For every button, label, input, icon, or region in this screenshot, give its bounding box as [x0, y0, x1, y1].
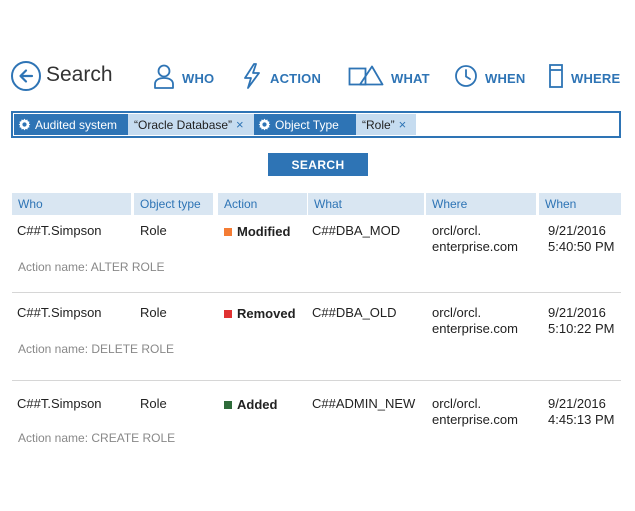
row-detail: Action name: ALTER ROLE	[18, 260, 165, 274]
row-divider	[12, 380, 621, 381]
cell-object-type: Role	[140, 396, 167, 411]
cell-when-date: 9/21/2016	[548, 223, 606, 238]
filter-key-object-type[interactable]: Object Type	[254, 114, 356, 135]
filter-key-audited-system[interactable]: Audited system	[14, 114, 128, 135]
filter-value-audited-system[interactable]: “Oracle Database” ×	[128, 114, 254, 135]
column-header-what[interactable]: What	[308, 193, 424, 215]
nav-action[interactable]: ACTION	[241, 58, 321, 94]
nav-who-label: WHO	[182, 70, 215, 86]
cell-when-date: 9/21/2016	[548, 396, 606, 411]
row-divider	[12, 292, 621, 293]
cell-action: Added	[224, 397, 277, 413]
server-icon	[549, 64, 563, 88]
cell-when-time: 4:45:13 PM	[548, 412, 615, 427]
arrow-left-icon	[19, 69, 34, 83]
column-header-where[interactable]: Where	[426, 193, 536, 215]
shapes-icon	[348, 65, 384, 86]
nav-when[interactable]: WHEN	[454, 58, 526, 94]
back-button[interactable]	[11, 61, 41, 91]
filter-key-label: Object Type	[275, 117, 339, 132]
column-header-object-type[interactable]: Object type	[134, 193, 213, 215]
cell-what: C##DBA_MOD	[312, 223, 401, 238]
cell-object-type: Role	[140, 305, 167, 320]
status-dot	[224, 400, 232, 409]
nav-action-label: ACTION	[270, 70, 322, 86]
filter-value-object-type[interactable]: “Role” ×	[356, 114, 416, 135]
action-label: Removed	[237, 306, 296, 321]
user-icon	[154, 64, 174, 89]
cell-what: C##ADMIN_NEW	[312, 396, 416, 411]
nav-what[interactable]: WHAT	[348, 58, 430, 94]
gear-icon	[258, 118, 271, 131]
cell-who: C##T.Simpson	[17, 396, 102, 411]
page-title: Search	[46, 63, 113, 86]
gear-icon	[18, 118, 31, 131]
cell-when-time: 5:40:50 PM	[548, 239, 615, 254]
column-header-when[interactable]: When	[539, 193, 621, 215]
cell-who: C##T.Simpson	[17, 223, 102, 238]
row-detail: Action name: DELETE ROLE	[18, 342, 175, 356]
lightning-icon	[244, 63, 260, 89]
status-dot	[224, 309, 232, 318]
cell-what: C##DBA_OLD	[312, 305, 397, 320]
row-detail: Action name: CREATE ROLE	[18, 431, 176, 445]
action-label: Added	[237, 397, 278, 412]
cell-where-line1: orcl/orcl.	[432, 305, 482, 320]
cell-action: Removed	[224, 306, 296, 322]
cell-when-date: 9/21/2016	[548, 305, 606, 320]
cell-where-line2: enterprise.com	[432, 412, 518, 427]
column-header-action[interactable]: Action	[218, 193, 307, 215]
nav-who[interactable]: WHO	[153, 58, 214, 94]
nav-what-label: WHAT	[391, 70, 430, 86]
cell-when-time: 5:10:22 PM	[548, 321, 615, 336]
cell-action: Modified	[224, 224, 290, 240]
status-dot	[224, 227, 232, 236]
cell-where-line2: enterprise.com	[432, 239, 518, 254]
cell-where-line1: orcl/orcl.	[432, 396, 482, 411]
cell-who: C##T.Simpson	[17, 305, 102, 320]
clock-icon	[455, 65, 477, 87]
filter-key-label: Audited system	[35, 117, 118, 132]
close-icon[interactable]: ×	[236, 117, 244, 132]
filter-value-label: “Role”	[362, 117, 395, 132]
search-filter-bar[interactable]: Audited system “Oracle Database” × Objec…	[11, 111, 621, 138]
search-button[interactable]: SEARCH	[268, 153, 368, 176]
cell-where-line2: enterprise.com	[432, 321, 518, 336]
column-header-who[interactable]: Who	[12, 193, 131, 215]
action-label: Modified	[237, 224, 291, 239]
cell-where-line1: orcl/orcl.	[432, 223, 482, 238]
filter-value-label: “Oracle Database”	[134, 117, 233, 132]
nav-where-label: WHERE	[571, 70, 621, 86]
nav-where[interactable]: WHERE	[548, 58, 620, 94]
nav-when-label: WHEN	[485, 70, 526, 86]
cell-object-type: Role	[140, 223, 167, 238]
close-icon[interactable]: ×	[399, 117, 407, 132]
